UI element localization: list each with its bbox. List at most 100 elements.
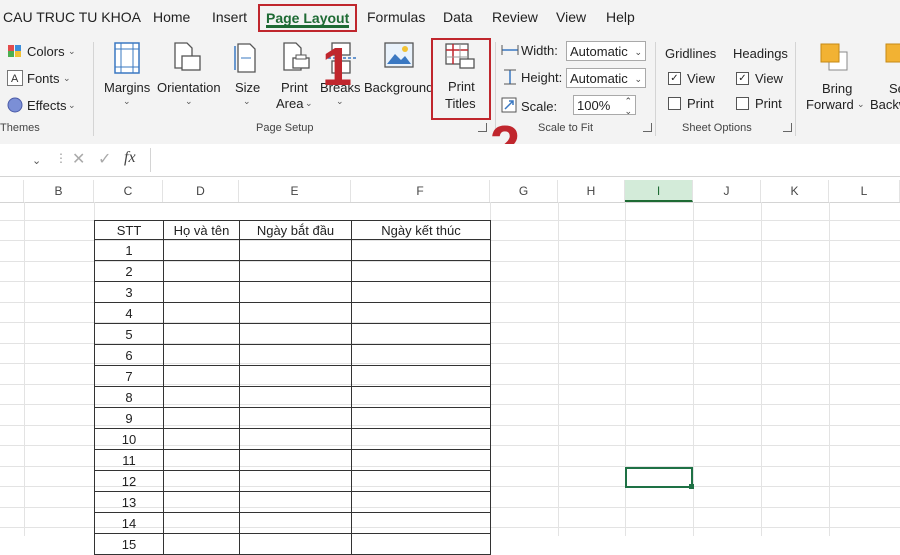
cell[interactable] [163,302,240,324]
column-header-selected[interactable]: I [625,180,693,202]
cell[interactable] [163,365,240,387]
cell[interactable] [163,428,240,450]
cell[interactable] [163,512,240,534]
column-header[interactable]: B [24,180,94,202]
menu-review[interactable]: Review [492,9,538,25]
active-cell[interactable] [625,467,694,489]
menu-home[interactable]: Home [153,9,190,25]
cell[interactable] [351,449,491,471]
spin-down-icon[interactable]: ⌄ [624,101,632,121]
cell[interactable] [351,407,491,429]
cell[interactable] [239,260,352,282]
menu-formulas[interactable]: Formulas [367,9,425,25]
cell[interactable] [351,533,491,555]
cell[interactable] [163,281,240,303]
header-cell[interactable]: Ngày kết thúc [351,220,491,240]
menu-data[interactable]: Data [443,9,473,25]
stt-cell[interactable]: 9 [94,407,164,429]
cell[interactable] [163,239,240,261]
menu-help[interactable]: Help [606,9,635,25]
stt-cell[interactable]: 13 [94,491,164,513]
stt-cell[interactable]: 1 [94,239,164,261]
cell[interactable] [351,239,491,261]
stt-cell[interactable]: 8 [94,386,164,408]
menu-file-title[interactable]: CAU TRUC TU KHOA [3,9,141,25]
cell[interactable] [163,491,240,513]
select-all-corner[interactable] [0,180,24,202]
cell[interactable] [239,386,352,408]
cell[interactable] [351,428,491,450]
cell[interactable] [351,323,491,345]
cell[interactable] [351,344,491,366]
stt-cell[interactable]: 2 [94,260,164,282]
height-combo[interactable]: Automatic ⌄ [566,68,646,88]
stt-cell[interactable]: 5 [94,323,164,345]
cell[interactable] [239,491,352,513]
cell[interactable] [163,470,240,492]
cell[interactable] [163,323,240,345]
cell[interactable] [163,533,240,555]
cell[interactable] [351,302,491,324]
menu-page-layout[interactable]: Page Layout [258,4,358,32]
header-cell[interactable]: Họ và tên [163,220,240,240]
cell[interactable] [239,302,352,324]
column-header[interactable]: K [761,180,829,202]
cell[interactable] [239,470,352,492]
column-header[interactable]: E [239,180,351,202]
gridlines-view-checkbox[interactable]: ✓ [668,72,681,85]
stt-cell[interactable]: 14 [94,512,164,534]
cell[interactable] [239,239,352,261]
insert-function-icon[interactable]: fx [124,149,136,167]
stt-cell[interactable]: 4 [94,302,164,324]
name-box[interactable]: ⌄ [0,150,46,170]
cell[interactable] [351,281,491,303]
column-header[interactable]: L [829,180,900,202]
sheet-options-dialog-launcher-icon[interactable] [783,123,792,132]
cell[interactable] [239,533,352,555]
cell[interactable] [239,344,352,366]
cell[interactable] [351,260,491,282]
cell[interactable] [163,407,240,429]
column-header[interactable]: G [490,180,558,202]
column-header[interactable]: H [558,180,625,202]
cell[interactable] [239,323,352,345]
column-header[interactable]: D [163,180,239,202]
cell[interactable] [351,386,491,408]
stt-cell[interactable]: 12 [94,470,164,492]
cell[interactable] [239,428,352,450]
formula-input[interactable] [150,148,900,172]
cell[interactable] [239,449,352,471]
page-setup-dialog-launcher-icon[interactable] [478,123,487,132]
cell[interactable] [239,407,352,429]
column-header[interactable]: C [94,180,163,202]
cell[interactable] [351,491,491,513]
stt-cell[interactable]: 6 [94,344,164,366]
gridlines-print-checkbox[interactable] [668,97,681,110]
headings-view-checkbox[interactable]: ✓ [736,72,749,85]
stt-cell[interactable]: 7 [94,365,164,387]
enter-check-icon[interactable]: ✓ [98,149,111,169]
stt-cell[interactable]: 3 [94,281,164,303]
scale-to-fit-dialog-launcher-icon[interactable] [643,123,652,132]
cell[interactable] [239,365,352,387]
menu-insert[interactable]: Insert [212,9,247,25]
cell[interactable] [351,470,491,492]
fill-handle[interactable] [689,484,694,489]
header-cell[interactable]: STT [94,220,164,240]
cell[interactable] [163,344,240,366]
column-header[interactable]: J [693,180,761,202]
stt-cell[interactable]: 11 [94,449,164,471]
header-cell[interactable]: Ngày bắt đầu [239,220,352,240]
scale-spinner[interactable]: 100% ⌃ ⌄ [573,95,636,116]
menu-view[interactable]: View [556,9,586,25]
stt-cell[interactable]: 15 [94,533,164,555]
headings-print-checkbox[interactable] [736,97,749,110]
cell[interactable] [239,512,352,534]
cell[interactable] [163,260,240,282]
width-combo[interactable]: Automatic ⌄ [566,41,646,61]
cell[interactable] [163,449,240,471]
cell[interactable] [351,512,491,534]
cell[interactable] [239,281,352,303]
cancel-icon[interactable]: ✕ [72,149,85,169]
column-header[interactable]: F [351,180,490,202]
